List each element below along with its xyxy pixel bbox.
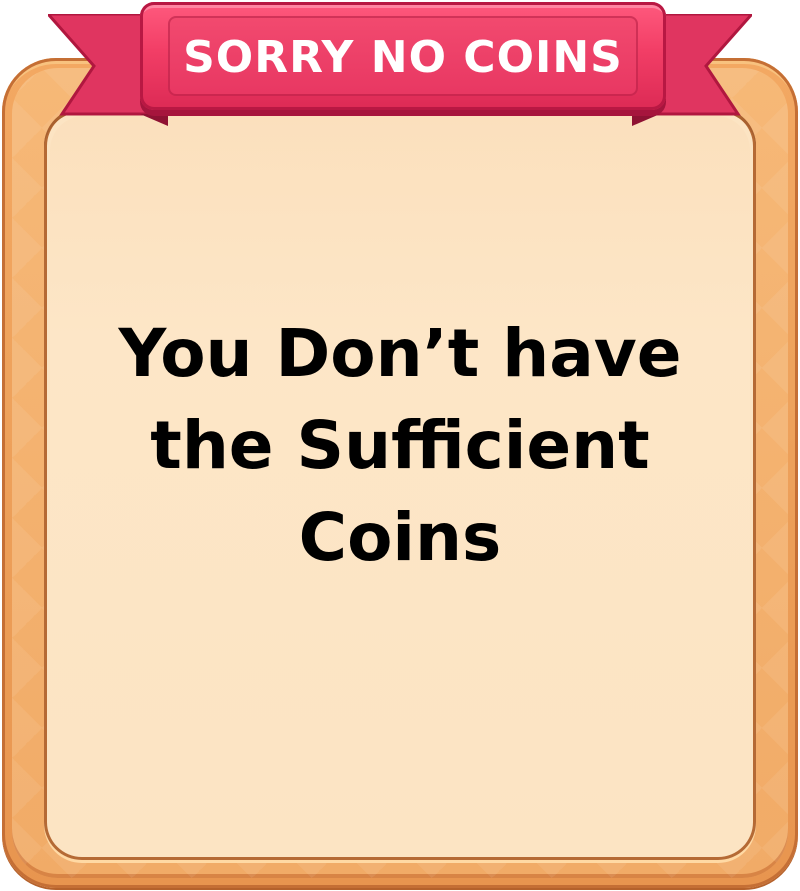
message-line-1: You Don’t have [118,315,682,392]
no-coins-dialog: SORRY NO COINS You Don’t have the Suffic… [0,0,800,891]
dialog-title: SORRY NO COINS [183,32,623,83]
message-line-2: the Sufficient [150,407,650,484]
title-ribbon: SORRY NO COINS [140,2,666,110]
message-line-3: Coins [298,499,502,576]
dialog-message: You Don’t have the Sufficient Coins [44,308,756,584]
